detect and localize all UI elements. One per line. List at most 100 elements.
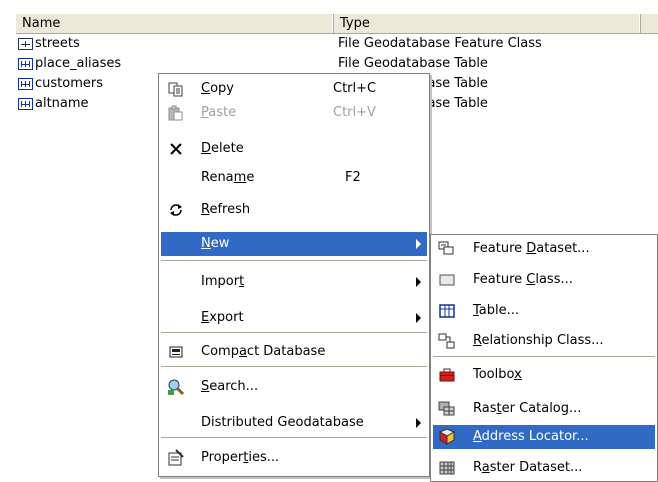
menu-label-accel: t xyxy=(239,274,245,289)
refresh-icon xyxy=(167,201,185,219)
delete-icon xyxy=(167,140,185,158)
menu-label-pre: Comp xyxy=(201,344,239,359)
menu-item-refresh[interactable]: Refresh xyxy=(161,199,427,221)
menu-label-accel: N xyxy=(201,236,211,251)
submenu-arrow-icon xyxy=(416,418,421,428)
menu-separator xyxy=(433,356,655,357)
column-header-type[interactable]: Type xyxy=(334,14,641,33)
table-icon xyxy=(18,78,33,90)
menu-separator xyxy=(161,260,427,261)
submenu-item-raster-catalog[interactable]: Raster Catalog... xyxy=(433,398,655,420)
menu-separator xyxy=(161,366,427,367)
menu-label-post: efresh xyxy=(209,202,251,217)
submenu-item-raster-dataset[interactable]: Raster Dataset... xyxy=(433,457,655,479)
menu-label-post: e xyxy=(246,170,255,185)
table-icon xyxy=(438,302,456,320)
properties-icon xyxy=(167,449,185,467)
address-locator-icon xyxy=(438,428,456,446)
menu-label-post: opy xyxy=(210,81,234,96)
menu-item-export[interactable]: Export xyxy=(161,307,427,329)
list-item-name: altname xyxy=(35,96,89,111)
column-header-empty[interactable] xyxy=(641,14,658,33)
menu-label-pre: Impor xyxy=(201,274,240,289)
menu-label-post: lass... xyxy=(535,272,573,287)
menu-label-pre: Proper xyxy=(201,450,244,465)
submenu-arrow-icon xyxy=(416,239,421,249)
menu-label-pre: Distributed Geodatabase xyxy=(201,415,364,430)
submenu-item-table[interactable]: Table... xyxy=(433,300,655,322)
menu-label-accel: C xyxy=(526,272,536,287)
table-icon xyxy=(18,58,33,70)
submenu-arrow-icon xyxy=(416,313,421,323)
menu-item-paste[interactable]: Paste Ctrl+V xyxy=(161,102,427,124)
submenu-item-feature-dataset[interactable]: Feature Dataset... xyxy=(433,238,655,260)
menu-item-copy[interactable]: Copy Ctrl+C xyxy=(161,78,427,100)
compact-icon xyxy=(167,343,185,361)
menu-label-post: elete xyxy=(211,141,244,156)
menu-label-post: aste xyxy=(208,105,237,120)
menu-label-post: ct Database xyxy=(246,344,326,359)
raster-catalog-icon xyxy=(438,400,456,418)
menu-label-pre: Feature xyxy=(473,272,527,287)
menu-label-post: xport xyxy=(209,310,244,325)
submenu-item-feature-class[interactable]: Feature Class... xyxy=(433,269,655,291)
menu-label-post: ddress Locator... xyxy=(481,429,589,444)
relationship-class-icon xyxy=(438,332,456,350)
list-header: Name Type xyxy=(16,13,658,34)
list-item-name: place_aliases xyxy=(35,56,122,71)
menu-shortcut: F2 xyxy=(345,170,361,185)
menu-label-post: earch... xyxy=(209,379,259,394)
menu-shortcut: Ctrl+V xyxy=(333,105,376,120)
menu-label-post: er Catalog... xyxy=(501,401,582,416)
menu-label-post: able... xyxy=(478,303,520,318)
menu-item-delete[interactable]: Delete xyxy=(161,138,427,160)
menu-label-accel: x xyxy=(514,367,522,382)
menu-item-properties[interactable]: Properties... xyxy=(161,447,427,469)
new-submenu: Feature Dataset... Feature Class... Tabl… xyxy=(430,234,658,482)
paste-icon xyxy=(167,104,185,122)
menu-item-compact-database[interactable]: Compact Database xyxy=(161,341,427,363)
menu-label-post: ataset... xyxy=(536,241,590,256)
menu-label-pre: Ras xyxy=(473,401,497,416)
menu-item-rename[interactable]: Rename F2 xyxy=(161,167,427,189)
list-item-name: customers xyxy=(35,76,103,91)
menu-label-accel: D xyxy=(526,241,537,256)
menu-item-search[interactable]: Search... xyxy=(161,376,427,398)
toolbox-icon xyxy=(438,366,456,384)
list-item-name: streets xyxy=(35,36,80,51)
table-icon xyxy=(18,98,33,110)
raster-dataset-icon xyxy=(438,459,456,477)
menu-separator xyxy=(161,332,427,333)
menu-label-accel: a xyxy=(481,460,490,475)
feature-class-icon xyxy=(18,38,33,50)
list-item-type: File Geodatabase Table xyxy=(338,56,488,71)
menu-item-distributed-geodatabase[interactable]: Distributed Geodatabase xyxy=(161,412,427,434)
menu-label-post: elationship Class... xyxy=(481,333,604,348)
menu-shortcut: Ctrl+C xyxy=(333,81,377,96)
submenu-arrow-icon xyxy=(416,277,421,287)
menu-label-accel: m xyxy=(233,170,247,185)
menu-label-pre: R xyxy=(473,460,482,475)
feature-dataset-icon xyxy=(438,240,456,258)
submenu-item-address-locator[interactable]: Address Locator... xyxy=(433,425,655,449)
menu-separator xyxy=(161,437,427,438)
menu-label-accel: C xyxy=(201,81,211,96)
menu-label-pre: Toolbo xyxy=(473,367,515,382)
menu-label-post: ew xyxy=(210,236,230,251)
menu-label-post: ies... xyxy=(248,450,280,465)
menu-label-accel: A xyxy=(473,429,482,444)
context-menu: Copy Ctrl+C Paste Ctrl+V Delete Rename F… xyxy=(158,73,430,477)
copy-icon xyxy=(167,80,185,98)
menu-label-accel: a xyxy=(238,344,247,359)
feature-class-icon xyxy=(438,271,456,289)
submenu-item-relationship-class[interactable]: Relationship Class... xyxy=(433,330,655,352)
menu-item-import[interactable]: Import xyxy=(161,271,427,293)
search-icon xyxy=(167,378,185,396)
menu-label-pre: Feature xyxy=(473,241,527,256)
menu-label-pre: Rena xyxy=(201,170,234,185)
column-header-name[interactable]: Name xyxy=(16,14,334,33)
submenu-item-toolbox[interactable]: Toolbox xyxy=(433,364,655,386)
menu-item-new[interactable]: New xyxy=(161,232,427,256)
menu-label-accel: D xyxy=(201,141,212,156)
menu-label-post: ster Dataset... xyxy=(489,460,583,475)
